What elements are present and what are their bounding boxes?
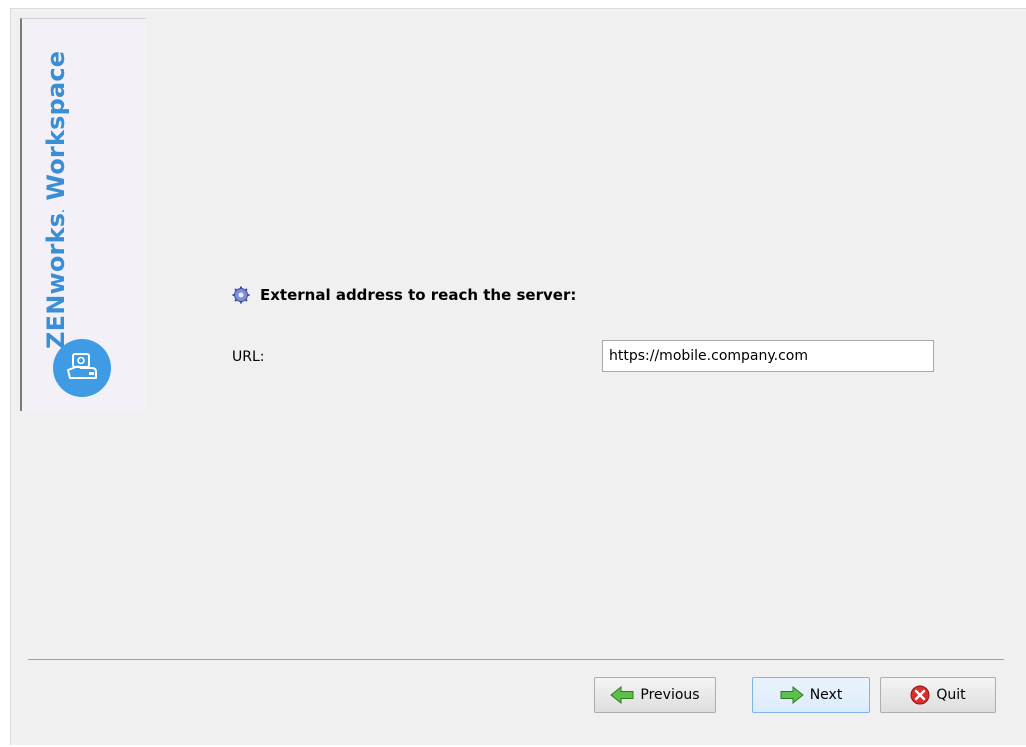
next-button[interactable]: Next (752, 677, 870, 713)
section-heading: External address to reach the server: (232, 286, 576, 304)
installer-window (10, 8, 1026, 745)
url-label: URL: (232, 349, 265, 365)
previous-button[interactable]: Previous (594, 677, 716, 713)
footer-divider (28, 659, 1004, 660)
brand-product: Workspace (42, 50, 70, 210)
brand-wordmark: ZENworks. Workspace (42, 51, 70, 349)
previous-button-label: Previous (640, 687, 700, 703)
quit-button[interactable]: Quit (880, 677, 996, 713)
url-input[interactable] (602, 340, 934, 372)
arrow-right-icon (780, 686, 804, 704)
arrow-left-icon (610, 686, 634, 704)
gear-icon (232, 286, 250, 304)
device-hand-icon (53, 339, 111, 397)
close-circle-icon (910, 685, 930, 705)
section-heading-text: External address to reach the server: (260, 286, 577, 304)
quit-button-label: Quit (936, 687, 966, 703)
next-button-label: Next (809, 687, 843, 703)
brand-name: ZENworks (42, 212, 70, 349)
brand-trademark: . (57, 209, 67, 213)
brand-panel: ZENworks. Workspace (20, 18, 146, 411)
